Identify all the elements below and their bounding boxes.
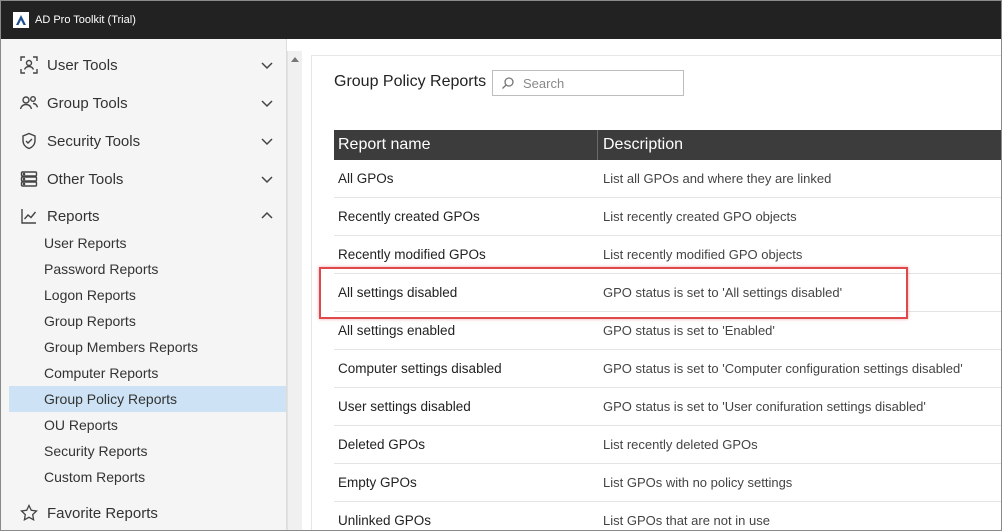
table-row[interactable]: All settings enabled GPO status is set t… bbox=[334, 312, 1001, 350]
group-icon bbox=[19, 93, 39, 113]
user-scan-icon bbox=[19, 55, 39, 75]
scroll-up-arrow-icon[interactable] bbox=[289, 53, 301, 65]
description-cell: List recently deleted GPOs bbox=[603, 437, 758, 452]
description-cell: List recently modified GPO objects bbox=[603, 247, 803, 262]
sidebar-item-password-reports[interactable]: Password Reports bbox=[9, 256, 286, 282]
sidebar-scrollbar[interactable] bbox=[287, 51, 302, 530]
nav-group-label: Other Tools bbox=[47, 170, 124, 188]
sidebar-item-computer-reports[interactable]: Computer Reports bbox=[9, 360, 286, 386]
sidebar-item-group-policy-reports[interactable]: Group Policy Reports bbox=[9, 386, 286, 412]
chart-icon bbox=[19, 206, 39, 226]
report-name-cell: Unlinked GPOs bbox=[338, 513, 432, 528]
table-row[interactable]: User settings disabled GPO status is set… bbox=[334, 388, 1001, 426]
report-name-cell: All settings disabled bbox=[338, 285, 458, 300]
nav-group-label: User Tools bbox=[47, 56, 118, 74]
sidebar-item-custom-reports[interactable]: Custom Reports bbox=[9, 464, 286, 490]
chevron-up-icon[interactable] bbox=[259, 208, 275, 224]
table-row[interactable]: Recently created GPOs List recently crea… bbox=[334, 198, 1001, 236]
nav-group-user-tools[interactable]: User Tools bbox=[9, 46, 287, 84]
description-cell: List GPOs that are not in use bbox=[603, 513, 770, 528]
description-cell: GPO status is set to 'User conifuration … bbox=[603, 399, 926, 414]
shield-icon bbox=[19, 131, 39, 151]
search-input[interactable] bbox=[523, 75, 673, 91]
server-icon bbox=[19, 169, 39, 189]
nav-group-group-tools[interactable]: Group Tools bbox=[9, 84, 287, 122]
description-cell: List recently created GPO objects bbox=[603, 209, 797, 224]
description-cell: GPO status is set to 'Enabled' bbox=[603, 323, 775, 338]
report-name-cell: Recently modified GPOs bbox=[338, 247, 486, 262]
nav-favorite-label: Favorite Reports bbox=[47, 504, 158, 522]
reports-table: Report name Description All GPOs List al… bbox=[334, 130, 1001, 530]
nav-group-label: Security Tools bbox=[47, 132, 141, 150]
description-cell: List GPOs with no policy settings bbox=[603, 475, 793, 490]
table-row[interactable]: Computer settings disabled GPO status is… bbox=[334, 350, 1001, 388]
table-row[interactable]: Unlinked GPOs List GPOs that are not in … bbox=[334, 502, 1001, 530]
sidebar-item-security-reports[interactable]: Security Reports bbox=[9, 438, 286, 464]
report-name-cell: Computer settings disabled bbox=[338, 361, 502, 376]
search-icon bbox=[502, 77, 514, 89]
table-row[interactable]: Empty GPOs List GPOs with no policy sett… bbox=[334, 464, 1001, 502]
sidebar-item-logon-reports[interactable]: Logon Reports bbox=[9, 282, 286, 308]
app-window: AD Pro Toolkit (Trial) User Tools Group … bbox=[0, 0, 1002, 531]
nav-group-security-tools[interactable]: Security Tools bbox=[9, 122, 287, 160]
search-box[interactable] bbox=[492, 70, 684, 96]
nav-group-label: Group Tools bbox=[47, 94, 128, 112]
app-logo-icon bbox=[13, 12, 29, 28]
star-icon bbox=[19, 503, 39, 523]
description-cell: GPO status is set to 'All settings disab… bbox=[603, 285, 843, 300]
main-content: Group Policy Reports Report name Descrip… bbox=[311, 55, 1001, 530]
column-header-description[interactable]: Description bbox=[598, 130, 1001, 160]
chevron-down-icon[interactable] bbox=[259, 57, 275, 73]
report-name-cell: Empty GPOs bbox=[338, 475, 417, 490]
report-name-cell: Recently created GPOs bbox=[338, 209, 480, 224]
nav-favorite-reports[interactable]: Favorite Reports bbox=[9, 494, 287, 530]
window-title: AD Pro Toolkit (Trial) bbox=[35, 14, 136, 26]
sidebar: User Tools Group Tools Security Tools Ot… bbox=[1, 39, 287, 530]
description-cell: List all GPOs and where they are linked bbox=[603, 171, 832, 186]
table-row[interactable]: All GPOs List all GPOs and where they ar… bbox=[334, 160, 1001, 198]
sidebar-item-ou-reports[interactable]: OU Reports bbox=[9, 412, 286, 438]
report-name-cell: All settings enabled bbox=[338, 323, 456, 338]
report-name-cell: Deleted GPOs bbox=[338, 437, 426, 452]
page-title: Group Policy Reports bbox=[334, 73, 487, 90]
description-cell: GPO status is set to 'Computer configura… bbox=[603, 361, 963, 376]
chevron-down-icon[interactable] bbox=[259, 133, 275, 149]
sidebar-item-user-reports[interactable]: User Reports bbox=[9, 230, 286, 256]
report-name-cell: User settings disabled bbox=[338, 399, 471, 414]
table-row[interactable]: Recently modified GPOs List recently mod… bbox=[334, 236, 1001, 274]
table-header: Report name Description bbox=[334, 130, 1001, 160]
table-row[interactable]: Deleted GPOs List recently deleted GPOs bbox=[334, 426, 1001, 464]
report-name-cell: All GPOs bbox=[338, 171, 394, 186]
column-header-report-name[interactable]: Report name bbox=[334, 130, 598, 160]
chevron-down-icon[interactable] bbox=[259, 95, 275, 111]
nav-group-label: Reports bbox=[47, 207, 100, 225]
sidebar-item-group-reports[interactable]: Group Reports bbox=[9, 308, 286, 334]
title-bar: AD Pro Toolkit (Trial) bbox=[1, 1, 1001, 39]
table-row[interactable]: All settings disabled GPO status is set … bbox=[334, 274, 1001, 312]
nav-group-other-tools[interactable]: Other Tools bbox=[9, 160, 287, 198]
sidebar-item-group-members-reports[interactable]: Group Members Reports bbox=[9, 334, 286, 360]
chevron-down-icon[interactable] bbox=[259, 171, 275, 187]
